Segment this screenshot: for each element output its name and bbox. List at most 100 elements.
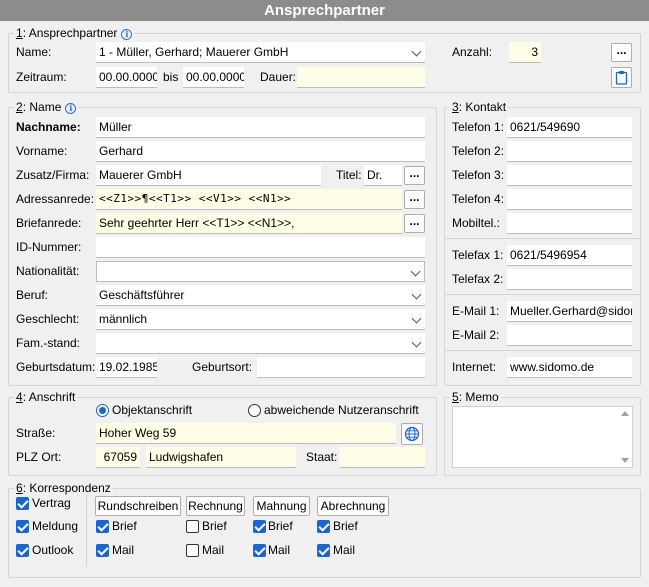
telefon4-label: Telefon 4:	[452, 192, 505, 206]
rundschreiben-button[interactable]: Rundschreiben	[95, 496, 181, 516]
telefax2-field[interactable]	[507, 269, 632, 290]
scroll-down-icon[interactable]	[621, 458, 629, 463]
telefon2-field[interactable]	[507, 141, 632, 162]
titel-label: Titel:	[336, 168, 362, 182]
vertrag-label[interactable]: Vertrag	[32, 493, 71, 513]
briefanrede-more-button[interactable]: ...	[404, 214, 425, 233]
mahnung-mail-checkbox[interactable]	[253, 544, 266, 557]
vertrag-checkbox[interactable]	[16, 497, 29, 510]
strasse-field[interactable]: Hoher Weg 59	[96, 423, 396, 444]
objektanschrift-label[interactable]: Objektanschrift	[112, 400, 192, 420]
geschlecht-value: männlich	[99, 312, 148, 326]
geburtsdatum-label: Geburtsdatum:	[16, 360, 96, 374]
legend-number: 1	[16, 26, 23, 40]
plz-field[interactable]: 67059	[96, 447, 140, 468]
nationalitaet-select[interactable]	[96, 261, 425, 282]
rechnung-mail-label[interactable]: Mail	[202, 540, 224, 560]
geburtsort-label: Geburtsort:	[192, 360, 253, 374]
email1-field[interactable]: Mueller.Gerhard@sidomo.de	[507, 301, 632, 322]
chevron-down-icon	[411, 289, 422, 300]
abrechnung-button[interactable]: Abrechnung	[317, 496, 389, 516]
rechnung-button[interactable]: Rechnung	[186, 496, 245, 516]
telefon4-field[interactable]	[507, 189, 632, 210]
geschlecht-select[interactable]: männlich	[96, 309, 425, 330]
info-icon[interactable]: i	[65, 103, 77, 114]
strasse-value: Hoher Weg 59	[99, 426, 177, 440]
adressanrede-more-button[interactable]: ...	[404, 190, 425, 209]
zusatz-label: Zusatz/Firma:	[16, 168, 90, 182]
name-select[interactable]: 1 - Müller, Gerhard; Mauerer GmbH	[96, 42, 425, 63]
zeitraum-von-field[interactable]: 00.00.0000	[96, 67, 157, 88]
mahnung-button[interactable]: Mahnung	[253, 496, 310, 516]
adressanrede-value: <<Z1>>¶<<T1>> <<V1>> <<N1>>	[99, 192, 292, 205]
kontakt-divider	[445, 350, 640, 351]
id-label: ID-Nummer:	[16, 240, 82, 254]
plz-ort-label: PLZ Ort:	[16, 450, 62, 464]
scroll-up-icon[interactable]	[621, 411, 629, 416]
rechnung-brief-label[interactable]: Brief	[202, 516, 227, 536]
nachname-field[interactable]: Müller	[96, 117, 425, 138]
mahnung-mail-label[interactable]: Mail	[268, 540, 290, 560]
briefanrede-field[interactable]: Sehr geehrter Herr <<T1>> <<N1>>,	[96, 213, 402, 234]
strasse-label: Straße:	[16, 426, 56, 440]
meldung-label[interactable]: Meldung	[32, 516, 78, 536]
rundschreiben-mail-label[interactable]: Mail	[112, 540, 134, 560]
internet-field[interactable]: www.sidomo.de	[507, 357, 632, 378]
zeitraum-bis-field[interactable]: 00.00.0000	[183, 67, 244, 88]
rundschreiben-brief-checkbox[interactable]	[96, 520, 109, 533]
email2-field[interactable]	[507, 325, 632, 346]
rundschreiben-brief-label[interactable]: Brief	[112, 516, 137, 536]
name-more-button[interactable]: ...	[611, 43, 632, 62]
telefon1-field[interactable]: 0621/549690	[507, 117, 632, 138]
dauer-field[interactable]	[297, 67, 425, 88]
titel-more-button[interactable]: ...	[404, 166, 425, 185]
geburtsort-field[interactable]	[257, 357, 425, 378]
mahnung-brief-label[interactable]: Brief	[268, 516, 293, 536]
staat-label: Staat:	[306, 450, 338, 464]
abrechnung-mail-checkbox[interactable]	[317, 544, 330, 557]
rundschreiben-mail-checkbox[interactable]	[96, 544, 109, 557]
ort-field[interactable]: Ludwigshafen	[146, 447, 296, 468]
vorname-value: Gerhard	[99, 144, 144, 158]
abrechnung-mail-label[interactable]: Mail	[333, 540, 355, 560]
legend-ansprechpartner: 1: Ansprechpartner i	[14, 26, 135, 40]
name-select-value: 1 - Müller, Gerhard; Mauerer GmbH	[99, 45, 289, 59]
rechnung-mail-checkbox[interactable]	[186, 544, 199, 557]
vorname-field[interactable]: Gerhard	[96, 141, 425, 162]
telefon3-field[interactable]	[507, 165, 632, 186]
outlook-label[interactable]: Outlook	[32, 540, 73, 560]
abweichende-nutzeranschrift-label[interactable]: abweichende Nutzeranschrift	[264, 400, 419, 420]
info-icon[interactable]: i	[121, 29, 133, 40]
beruf-select[interactable]: Geschäftsführer	[96, 285, 425, 306]
abrechnung-brief-checkbox[interactable]	[317, 520, 330, 533]
rechnung-brief-checkbox[interactable]	[186, 520, 199, 533]
legend-kontakt: 3: Kontakt	[450, 100, 509, 114]
map-button[interactable]	[401, 423, 423, 445]
bis-label: bis	[163, 70, 179, 84]
legend-number: 6	[16, 481, 23, 495]
geburtsdatum-field[interactable]: 19.02.1985	[96, 357, 157, 378]
adressanrede-field[interactable]: <<Z1>>¶<<T1>> <<V1>> <<N1>>	[96, 189, 402, 210]
telefax1-field[interactable]: 0621/5496954	[507, 245, 632, 266]
objektanschrift-radio[interactable]	[96, 404, 109, 417]
clipboard-button[interactable]	[611, 67, 632, 88]
meldung-checkbox[interactable]	[16, 520, 29, 533]
titel-field[interactable]: Dr.	[364, 165, 402, 186]
legend-number: 4	[16, 390, 23, 404]
email2-label: E-Mail 2:	[452, 328, 500, 342]
id-field[interactable]	[96, 237, 425, 258]
anzahl-field[interactable]: 3	[509, 42, 541, 63]
mobil-field[interactable]	[507, 213, 632, 234]
telefax2-label: Telefax 2:	[452, 272, 504, 286]
abweichende-nutzeranschrift-radio[interactable]	[248, 404, 261, 417]
mahnung-brief-checkbox[interactable]	[253, 520, 266, 533]
email1-value: Mueller.Gerhard@sidomo.de	[510, 304, 632, 318]
staat-field[interactable]	[340, 447, 425, 468]
outlook-checkbox[interactable]	[16, 544, 29, 557]
window-title: Ansprechpartner	[0, 0, 649, 21]
legend-name: 2: Name i	[14, 100, 79, 114]
memo-textarea[interactable]	[452, 406, 633, 468]
zusatz-field[interactable]: Mauerer GmbH	[96, 165, 321, 186]
famstand-select[interactable]	[96, 333, 425, 354]
abrechnung-brief-label[interactable]: Brief	[333, 516, 358, 536]
